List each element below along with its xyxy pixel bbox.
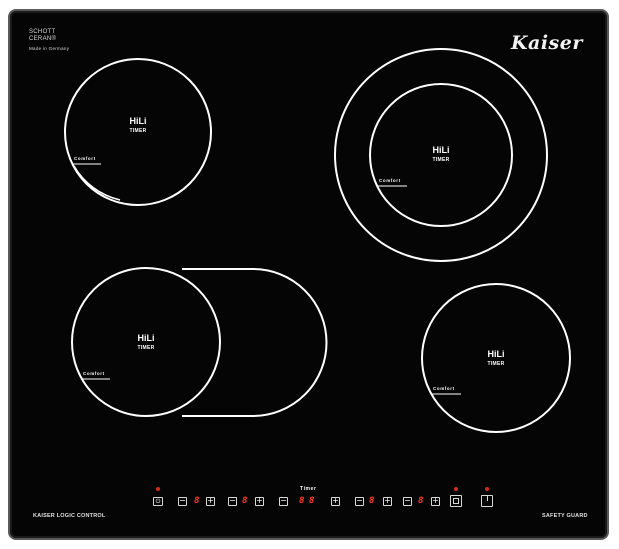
child-lock-button[interactable] xyxy=(450,495,462,507)
zone-1-sub: TIMER xyxy=(129,128,147,134)
zone-1-display: 8 xyxy=(194,496,200,506)
zone-2-comfort: Comfort xyxy=(379,178,401,183)
zone-2-sub: TIMER xyxy=(432,157,450,163)
footer-right-label: SAFETY GUARD xyxy=(542,513,588,519)
extension-icon xyxy=(486,496,488,501)
made-in-label: Made in Germany xyxy=(29,46,70,51)
lock-indicator-dot xyxy=(454,487,458,491)
zone-3-comfort: Comfort xyxy=(83,371,105,376)
zone-4-title: HiLi xyxy=(487,349,505,359)
zone-1-plus-button[interactable]: + xyxy=(206,497,215,506)
power-button[interactable]: ⏻ xyxy=(153,497,163,506)
timer-label: Timer xyxy=(300,486,317,492)
zone-4-plus-button[interactable]: + xyxy=(431,497,440,506)
timer-minus-button[interactable]: − xyxy=(279,497,288,506)
zone-top-left-comfort-arc xyxy=(73,165,121,201)
zone-top-right-inner-ring xyxy=(369,83,513,227)
schott-logo-line1: SCHOTT xyxy=(29,29,56,35)
zone-2-display: 8 xyxy=(242,496,248,506)
lock-icon xyxy=(453,498,459,504)
power-indicator-dot xyxy=(156,487,160,491)
zone-top-right-outer-ring xyxy=(334,48,548,262)
zone-2-title: HiLi xyxy=(432,145,450,155)
zone-3-display: 8 xyxy=(369,496,375,506)
timer-plus-button[interactable]: + xyxy=(331,497,340,506)
zone-4-comfort: Comfort xyxy=(433,386,455,391)
zone-3-sub: TIMER xyxy=(137,345,155,351)
zone-1-minus-button[interactable]: − xyxy=(178,497,187,506)
zone-4-minus-button[interactable]: − xyxy=(403,497,412,506)
zone-1-title: HiLi xyxy=(129,116,147,126)
power-icon: ⏻ xyxy=(155,498,161,505)
zone-4-display: 8 xyxy=(418,496,424,506)
zone-bottom-left-extension xyxy=(182,268,328,417)
zone-3-title: HiLi xyxy=(137,333,155,343)
timer-display-tens: 8 xyxy=(299,496,305,506)
brand-logo: Kaiser xyxy=(511,32,583,54)
timer-display-ones: 8 xyxy=(309,496,315,506)
extension-zone-button[interactable] xyxy=(481,495,493,507)
zone-3-plus-button[interactable]: + xyxy=(383,497,392,506)
zone-1-comfort: Comfort xyxy=(74,156,96,161)
zone-4-sub: TIMER xyxy=(487,361,505,367)
zone-3-minus-button[interactable]: − xyxy=(355,497,364,506)
cooking-zone-outlines xyxy=(64,48,571,433)
zone-2-plus-button[interactable]: + xyxy=(255,497,264,506)
schott-logo-line2: CERAN® xyxy=(29,36,57,42)
extension-indicator-dot xyxy=(485,487,489,491)
zone-2-minus-button[interactable]: − xyxy=(228,497,237,506)
footer-left-label: KAISER LOGIC CONTROL xyxy=(33,513,106,519)
